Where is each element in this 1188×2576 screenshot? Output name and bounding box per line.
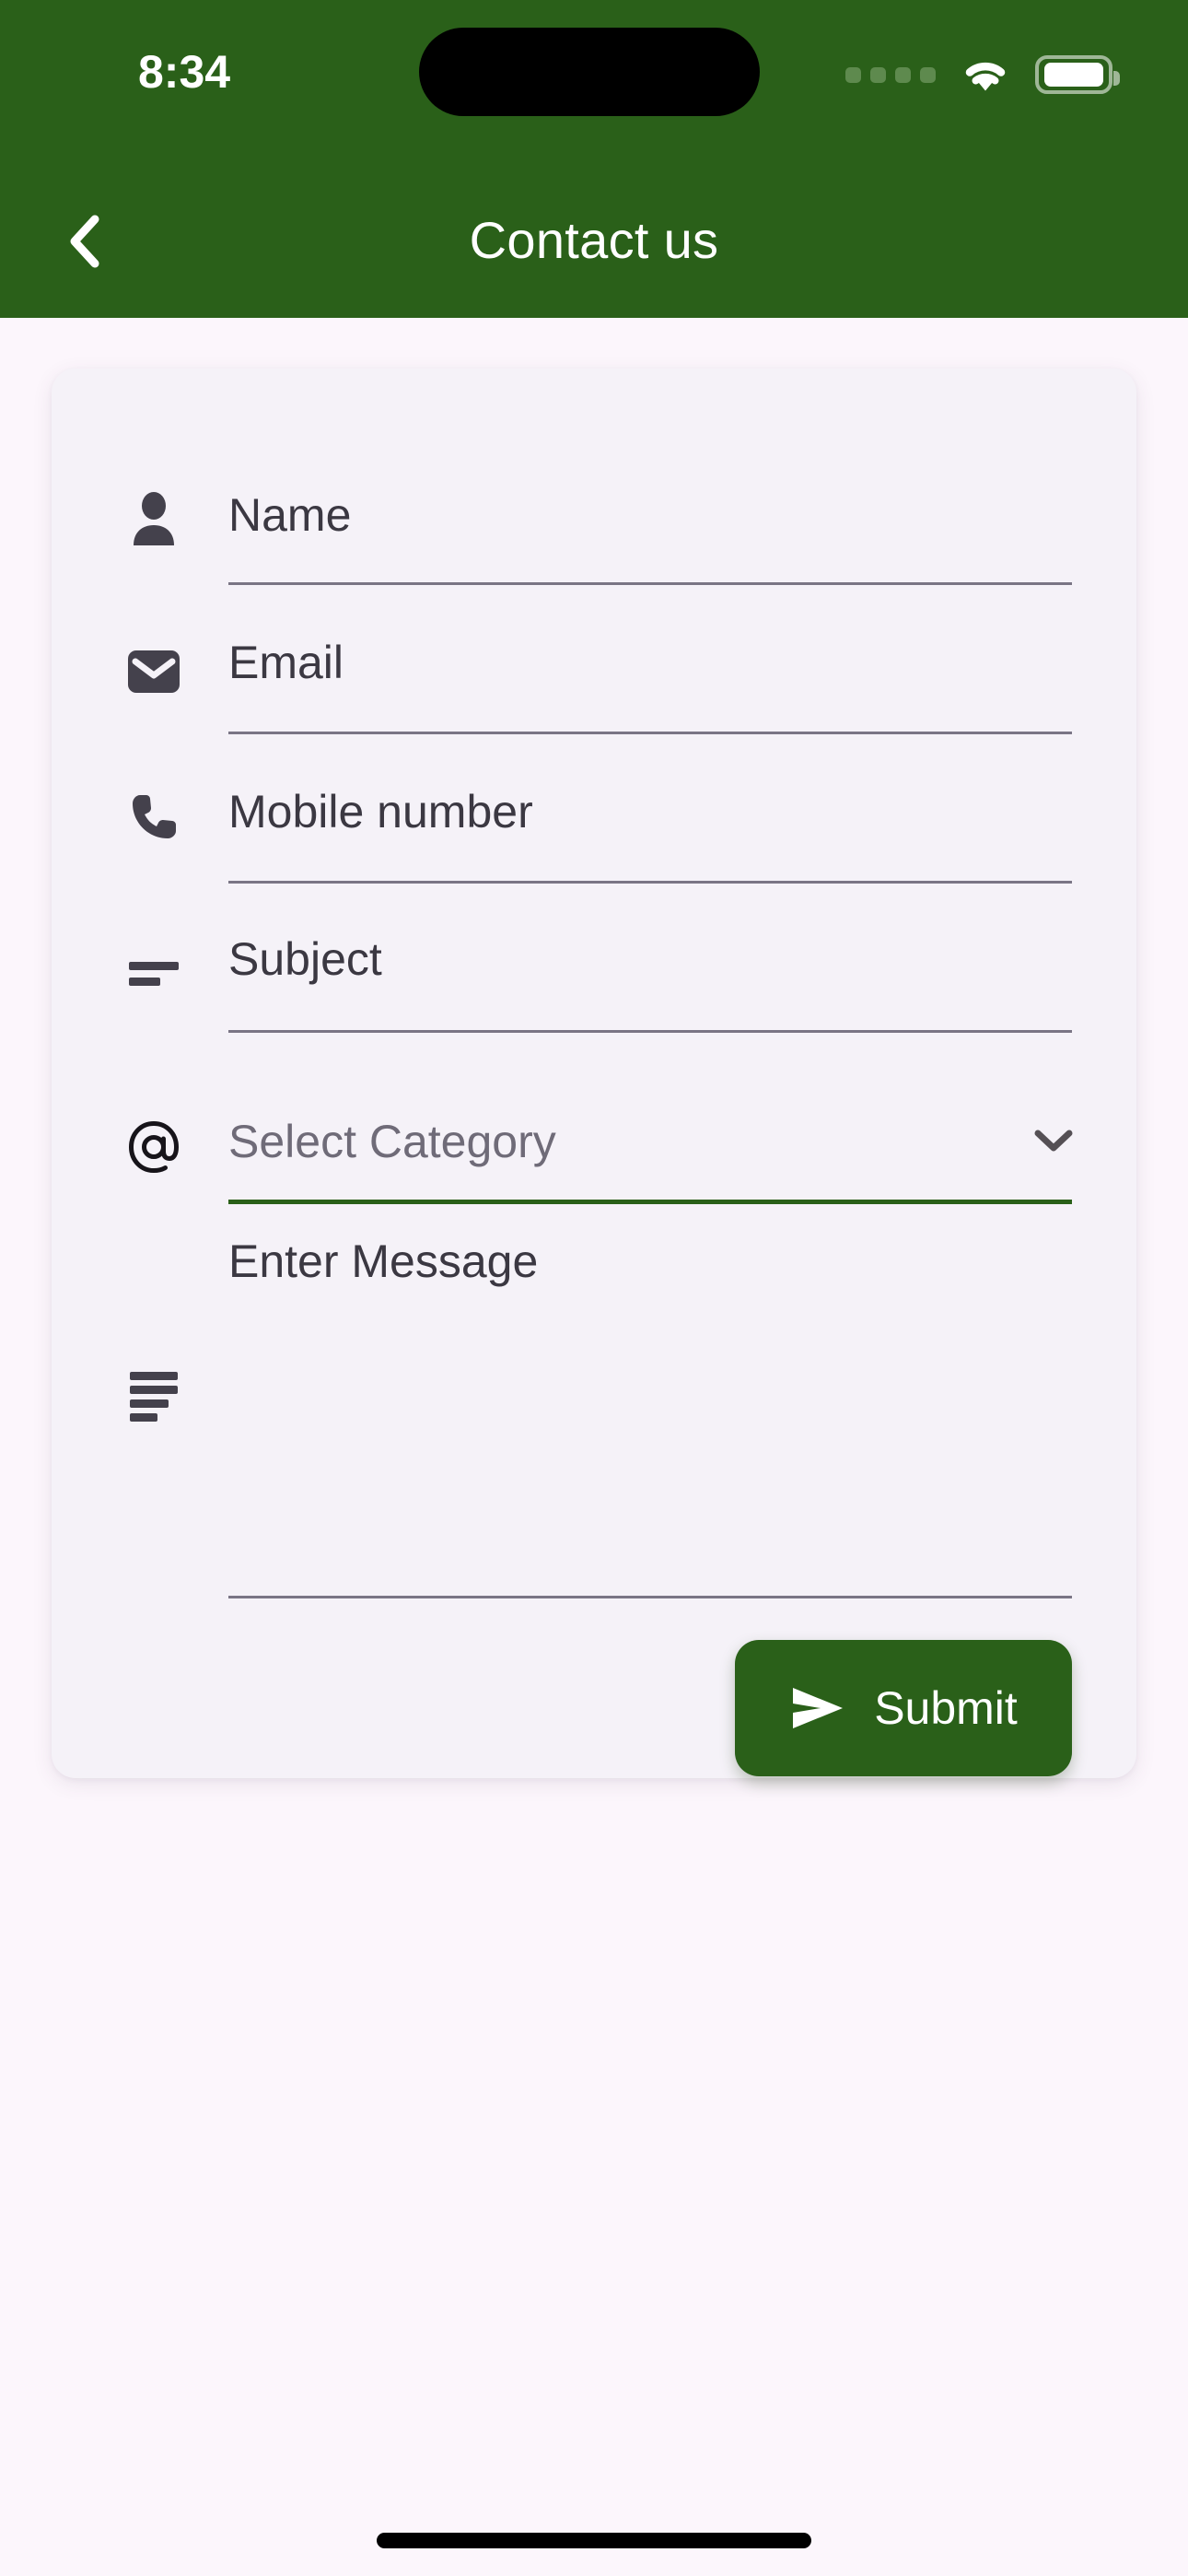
send-icon xyxy=(793,1688,844,1728)
field-mobile-underline xyxy=(228,881,1072,884)
app-header: Contact us xyxy=(0,161,1188,318)
status-bar-indicators xyxy=(845,52,1120,98)
phone-icon xyxy=(123,787,184,848)
submit-button-label: Submit xyxy=(874,1682,1018,1734)
field-email[interactable]: Email xyxy=(52,626,1136,759)
field-category[interactable]: Select Category xyxy=(52,1096,1136,1235)
field-message-label: Enter Message xyxy=(228,1235,539,1287)
submit-button[interactable]: Submit xyxy=(735,1640,1072,1776)
battery-full-icon xyxy=(1035,55,1120,94)
wifi-icon xyxy=(965,63,1006,91)
person-icon xyxy=(123,488,184,549)
field-name-underline xyxy=(228,582,1072,585)
field-message[interactable]: Enter Message xyxy=(52,1225,1136,1612)
home-indicator xyxy=(377,2533,811,2548)
field-name[interactable]: Name xyxy=(52,477,1136,610)
dynamic-island xyxy=(419,28,760,116)
notes-icon xyxy=(123,1365,184,1426)
field-mobile-label: Mobile number xyxy=(228,786,533,837)
field-subject-underline xyxy=(228,1030,1072,1033)
chevron-down-icon[interactable] xyxy=(1033,1128,1074,1153)
page-title: Contact us xyxy=(469,210,719,269)
field-message-underline xyxy=(228,1596,1072,1598)
field-category-underline xyxy=(228,1200,1072,1204)
subject-icon xyxy=(123,945,184,1006)
at-sign-icon xyxy=(123,1117,184,1177)
field-mobile[interactable]: Mobile number xyxy=(52,776,1136,908)
mail-icon xyxy=(123,641,184,702)
field-subject-label: Subject xyxy=(228,933,382,985)
cellular-dots-icon xyxy=(845,66,936,83)
contact-form-card: Name Email Mobile number Subject Select … xyxy=(52,369,1136,1778)
field-email-label: Email xyxy=(228,637,344,688)
phone-screen: 8:34 Contact us Name Email Mobile number… xyxy=(0,0,1188,2576)
field-category-placeholder: Select Category xyxy=(228,1116,556,1167)
field-subject[interactable]: Subject xyxy=(52,925,1136,1058)
field-name-label: Name xyxy=(228,489,352,541)
field-email-underline xyxy=(228,732,1072,734)
status-bar: 8:34 xyxy=(0,0,1188,161)
status-bar-time: 8:34 xyxy=(138,46,231,98)
